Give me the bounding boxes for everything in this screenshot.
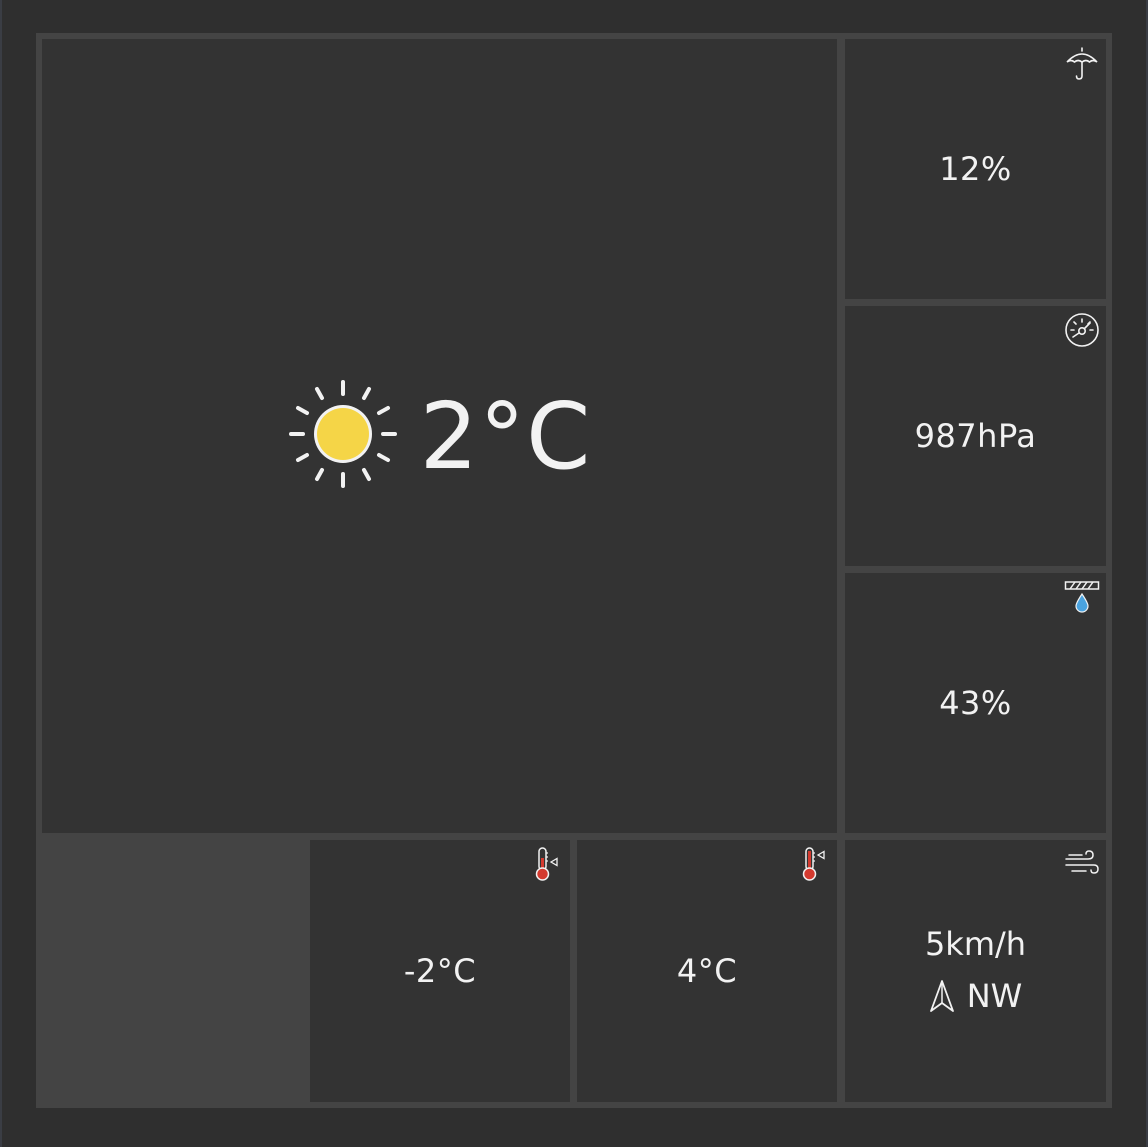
- pressure-tile: 987hPa: [845, 306, 1106, 566]
- wind-icon: [1064, 846, 1100, 882]
- thermometer-high-icon: [795, 846, 831, 882]
- precipitation-value: 12%: [939, 150, 1012, 188]
- current-weather-tile: 2°C: [42, 39, 837, 833]
- wind-speed-value: 5km/h: [924, 925, 1027, 963]
- min-temperature-value: -2°C: [403, 952, 477, 990]
- humidity-tile: 43%: [845, 573, 1106, 833]
- barometer-icon: [1064, 312, 1100, 348]
- weather-card: 2°C 12% 987hPa 43% -2°C 4°C 5km/h NW: [0, 0, 1148, 1147]
- sun-icon: [288, 379, 398, 493]
- wind-info: 5km/h NW: [845, 925, 1106, 1017]
- max-temperature-tile: 4°C: [577, 840, 837, 1102]
- min-temperature-tile: -2°C: [310, 840, 570, 1102]
- current-temperature: 2°C: [419, 382, 592, 490]
- wind-tile: 5km/h NW: [845, 840, 1106, 1102]
- wind-direction: NW: [929, 977, 1023, 1015]
- direction-arrow-icon: [929, 980, 954, 1012]
- thermometer-low-icon: [528, 846, 564, 882]
- weather-grid: 2°C 12% 987hPa 43% -2°C 4°C 5km/h NW: [36, 33, 1112, 1108]
- umbrella-icon: [1064, 45, 1100, 81]
- max-temperature-value: 4°C: [676, 952, 738, 990]
- wind-direction-value: NW: [966, 977, 1023, 1015]
- humidity-value: 43%: [939, 684, 1012, 722]
- precipitation-tile: 12%: [845, 39, 1106, 299]
- pressure-value: 987hPa: [914, 417, 1037, 455]
- current-weather-row: 2°C: [42, 379, 837, 493]
- empty-tile: [42, 840, 303, 1102]
- humidity-drop-icon: [1064, 579, 1100, 615]
